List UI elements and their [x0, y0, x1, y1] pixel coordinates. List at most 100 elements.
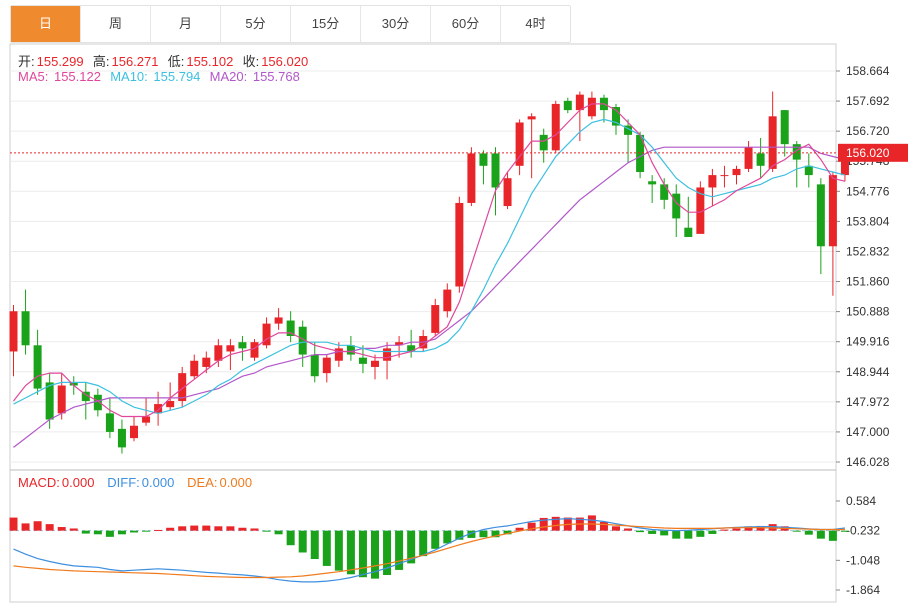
- macd-bar: [310, 530, 319, 560]
- macd-y-tick-label: 0.584: [846, 494, 876, 508]
- macd-bar: [816, 530, 825, 539]
- y-tick-label: 151.860: [846, 275, 890, 289]
- candle-body: [455, 202, 464, 287]
- macd-bar: [238, 527, 247, 531]
- candle-body: [563, 100, 572, 111]
- candle-body: [383, 348, 392, 361]
- macd-bar: [684, 530, 693, 539]
- candle-body: [648, 181, 657, 185]
- macd-bar: [69, 528, 78, 531]
- y-tick-label: 150.888: [846, 305, 890, 319]
- candle-body: [539, 134, 548, 151]
- candle-body: [467, 153, 476, 203]
- candle-body: [166, 400, 175, 408]
- macd-bar: [21, 523, 30, 531]
- candle-body: [768, 116, 777, 169]
- candle-body: [371, 360, 379, 367]
- macd-bar: [93, 530, 102, 535]
- macd-bar: [479, 530, 488, 538]
- ma20-line: [13, 146, 846, 448]
- macd-bar: [624, 528, 633, 531]
- candle-body: [660, 184, 669, 200]
- macd-y-tick-label: -1.864: [846, 583, 880, 597]
- candle-body: [105, 413, 114, 432]
- candle-body: [587, 97, 596, 117]
- plot-frame: [9, 43, 837, 603]
- y-tick-label: 158.664: [846, 64, 890, 78]
- y-tick-label: 147.972: [846, 395, 890, 409]
- candle-body: [45, 382, 54, 420]
- macd-bar: [732, 528, 741, 531]
- macd-bar: [708, 530, 717, 534]
- candle-body: [214, 345, 223, 361]
- macd-bar: [166, 527, 175, 531]
- candle-body: [503, 178, 512, 207]
- y-tick-label: 147.000: [846, 425, 890, 439]
- macd-bar: [443, 530, 452, 544]
- ma5-line: [13, 103, 846, 418]
- macd-bar: [190, 525, 199, 531]
- candle-body: [21, 311, 30, 346]
- candlestick-chart: 158.664157.692156.720155.748154.776153.8…: [9, 43, 908, 603]
- macd-bar: [696, 530, 705, 537]
- y-tick-label: 157.692: [846, 94, 890, 108]
- candle-body: [672, 193, 681, 219]
- macd-bar: [358, 530, 367, 578]
- macd-bar: [828, 530, 837, 541]
- candle-body: [142, 416, 151, 423]
- y-tick-label: 149.916: [846, 335, 890, 349]
- macd-bar: [298, 530, 307, 553]
- candle-body: [117, 428, 126, 448]
- candle-body: [274, 317, 283, 324]
- candle-body: [720, 175, 729, 177]
- candle-body: [310, 354, 319, 377]
- candle-body: [527, 116, 536, 120]
- macd-bar: [322, 530, 331, 566]
- macd-bar: [178, 526, 187, 531]
- macd-bar: [672, 530, 681, 539]
- candle-body: [9, 311, 18, 352]
- candle-body: [780, 110, 789, 145]
- macd-bar: [346, 530, 355, 575]
- candle-body: [732, 168, 741, 176]
- macd-bar: [33, 521, 42, 531]
- candle-body: [551, 103, 560, 151]
- candle-body: [130, 425, 138, 439]
- macd-bar: [720, 529, 729, 531]
- macd-bar: [45, 524, 54, 531]
- last-price-label: 156.020: [846, 146, 890, 160]
- candle-body: [358, 357, 367, 364]
- candle-body: [575, 94, 584, 111]
- macd-bar: [648, 530, 657, 534]
- macd-bar: [587, 515, 596, 531]
- candle-body: [804, 165, 813, 176]
- candle-body: [202, 357, 211, 367]
- candle-body: [479, 153, 488, 166]
- macd-bar: [274, 530, 283, 535]
- candle-body: [491, 153, 500, 188]
- candle-body: [816, 184, 825, 247]
- candle-body: [828, 175, 837, 247]
- y-tick-label: 148.944: [846, 365, 890, 379]
- macd-bar: [612, 526, 620, 531]
- candle-body: [190, 360, 199, 377]
- y-tick-label: 154.776: [846, 184, 890, 198]
- macd-bar: [9, 517, 18, 531]
- candle-body: [431, 305, 440, 333]
- candle-body: [226, 345, 235, 352]
- macd-bar: [660, 530, 669, 536]
- y-tick-label: 153.804: [846, 214, 890, 228]
- y-tick-label: 146.028: [846, 455, 890, 469]
- ma10-line: [13, 118, 846, 415]
- macd-bar: [599, 521, 608, 531]
- macd-bar: [804, 530, 813, 535]
- macd-bar: [57, 527, 66, 531]
- macd-bar: [636, 530, 645, 533]
- y-tick-label: 152.832: [846, 244, 890, 258]
- macd-bar: [154, 529, 163, 531]
- candle-body: [322, 357, 331, 374]
- y-tick-label: 156.720: [846, 124, 890, 138]
- macd-bar: [419, 530, 428, 557]
- macd-bar: [81, 530, 90, 534]
- candle-body: [250, 342, 259, 358]
